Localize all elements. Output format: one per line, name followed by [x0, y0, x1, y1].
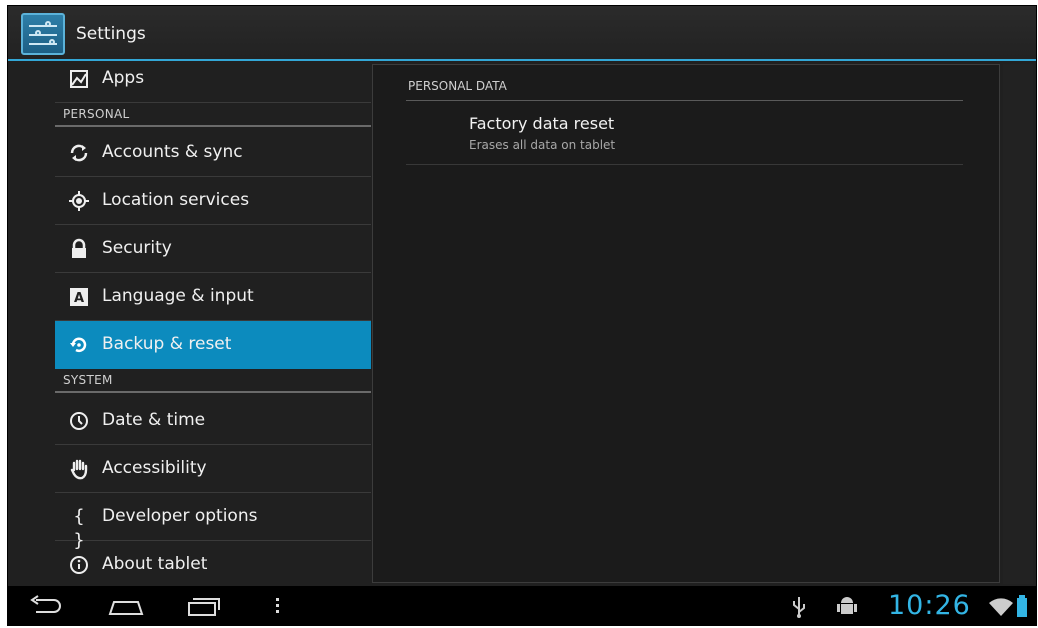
section-header-personal: PERSONAL [55, 103, 371, 127]
backup-icon [67, 333, 91, 357]
home-icon[interactable] [106, 594, 146, 618]
sync-icon [67, 141, 91, 165]
sidebar-item-location[interactable]: Location services [55, 177, 371, 225]
back-icon[interactable] [26, 594, 66, 618]
location-icon [67, 189, 91, 213]
right-gutter [1003, 64, 1033, 584]
android-debug-icon [837, 597, 857, 614]
settings-app-icon[interactable] [21, 13, 65, 55]
sidebar-item-label: Accessibility [102, 458, 207, 478]
action-bar: Settings [8, 6, 1036, 61]
braces-icon: { } [73, 506, 85, 551]
sidebar-item-about[interactable]: About tablet [55, 541, 371, 589]
lock-icon [67, 237, 91, 261]
system-navigation-bar: 10:26 [8, 586, 1036, 625]
wifi-icon [989, 598, 1013, 616]
apps-icon [67, 67, 91, 91]
svg-text:A: A [74, 291, 84, 306]
sidebar-item-security[interactable]: Security [55, 225, 371, 273]
sidebar-item-accounts-sync[interactable]: Accounts & sync [55, 129, 371, 177]
language-icon: A [67, 285, 91, 309]
sidebar-item-label: Location services [102, 190, 250, 210]
clock-icon [67, 409, 91, 433]
usb-icon [793, 597, 805, 618]
hand-icon [67, 457, 91, 481]
sidebar-item-backup-reset[interactable]: Backup & reset [55, 321, 371, 369]
app-title: Settings [76, 24, 146, 44]
sidebar-item-language[interactable]: A Language & input [55, 273, 371, 321]
sidebar-item-label: Developer options [102, 506, 258, 526]
sidebar-item-label: Security [102, 238, 172, 258]
sidebar-item-label: Date & time [102, 410, 206, 430]
sidebar-item-apps[interactable]: Apps [55, 55, 371, 103]
sidebar-item-label: About tablet [102, 554, 208, 574]
section-header-personal-data: PERSONAL DATA [406, 77, 963, 101]
tablet-screen: Settings Apps PERSONAL Accounts & sync L… [7, 5, 1037, 626]
sidebar-item-label: Backup & reset [102, 334, 232, 354]
status-clock: 10:26 [888, 590, 971, 621]
section-header-system: SYSTEM [55, 369, 371, 393]
info-icon [67, 553, 91, 577]
pref-summary: Erases all data on tablet [469, 138, 616, 152]
pref-title: Factory data reset [469, 114, 615, 133]
sidebar-item-date-time[interactable]: Date & time [55, 397, 371, 445]
factory-reset-preference[interactable]: Factory data reset Erases all data on ta… [406, 103, 963, 165]
sidebar-item-label: Language & input [102, 286, 254, 306]
battery-icon [1017, 595, 1027, 617]
detail-panel: PERSONAL DATA Factory data reset Erases … [372, 64, 1000, 583]
sidebar-item-label: Accounts & sync [102, 142, 243, 162]
sidebar-item-label: Apps [102, 68, 145, 88]
sidebar-item-developer[interactable]: { } Developer options [55, 493, 371, 551]
menu-icon[interactable] [270, 594, 286, 618]
sidebar-item-accessibility[interactable]: Accessibility [55, 445, 371, 493]
settings-list: Apps PERSONAL Accounts & sync Location s… [55, 63, 371, 586]
recent-apps-icon[interactable] [183, 594, 223, 618]
